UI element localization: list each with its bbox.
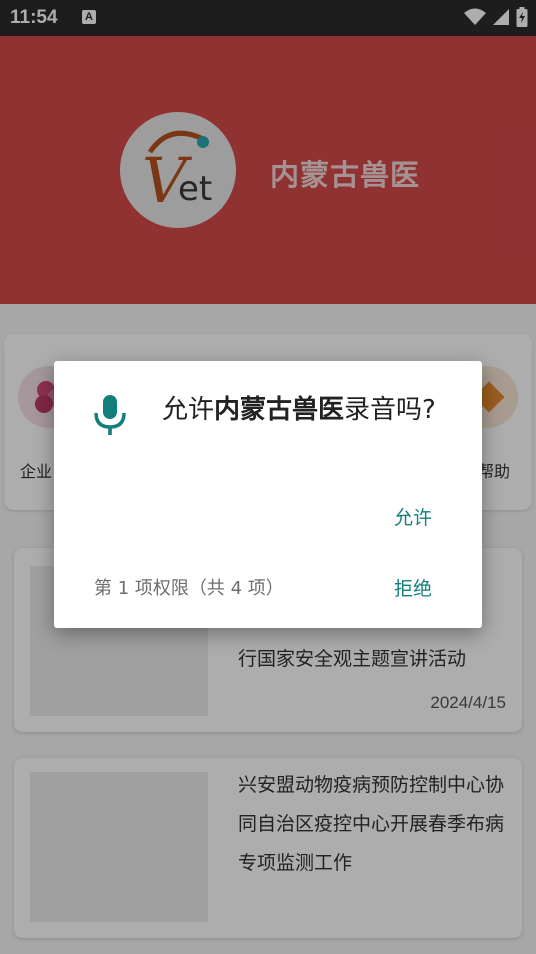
dialog-title: 允许内蒙古兽医录音吗? xyxy=(162,389,462,432)
allow-button[interactable]: 允许 xyxy=(394,503,432,530)
dialog-title-prefix: 允许 xyxy=(162,395,215,425)
deny-button[interactable]: 拒绝 xyxy=(394,574,432,601)
dialog-title-suffix: 录音吗? xyxy=(344,395,436,425)
permission-counter: 第 1 项权限（共 4 项） xyxy=(94,578,284,599)
permission-dialog: 允许内蒙古兽医录音吗? 允许 第 1 项权限（共 4 项） 拒绝 xyxy=(54,361,482,628)
dialog-title-app: 内蒙古兽医 xyxy=(214,395,345,425)
microphone-icon xyxy=(94,395,126,435)
